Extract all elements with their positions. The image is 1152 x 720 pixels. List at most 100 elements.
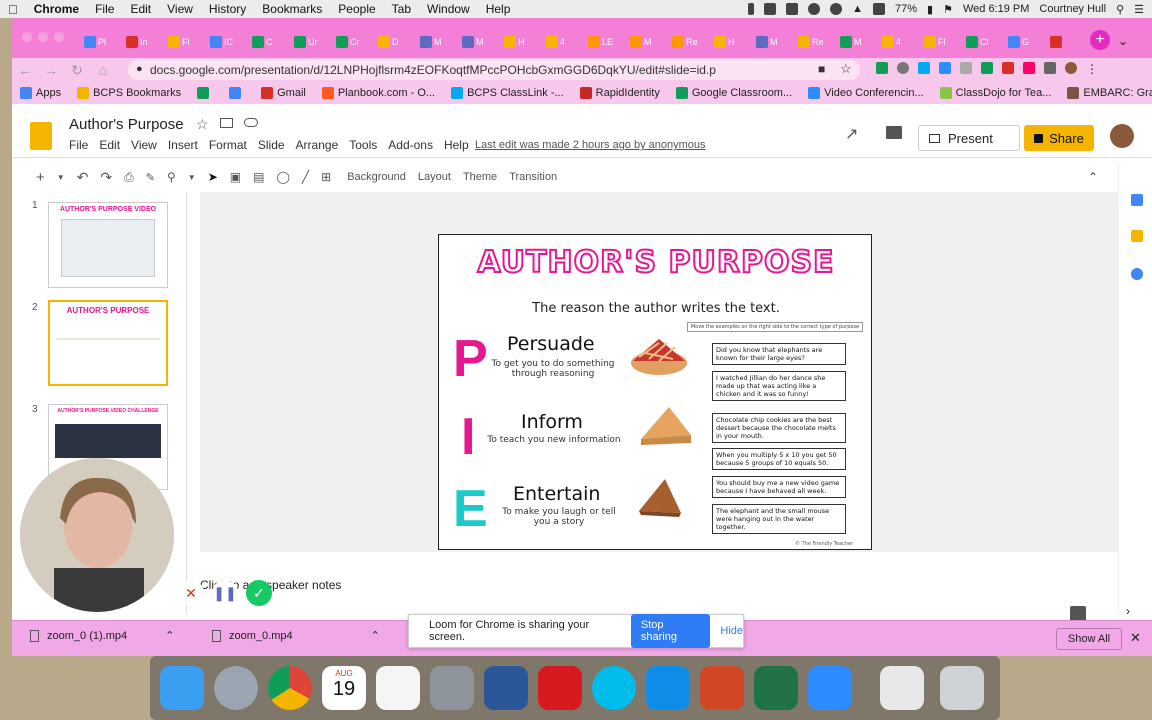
- powerpoint-icon[interactable]: [700, 666, 744, 710]
- example-card[interactable]: You should buy me a new video game becau…: [712, 476, 846, 498]
- bookmark-item[interactable]: Gmail: [253, 87, 314, 99]
- zoom-app-icon[interactable]: [808, 666, 852, 710]
- browser-tab[interactable]: Cr: [336, 32, 366, 52]
- undo-icon[interactable]: ↶: [71, 169, 95, 186]
- bookmark-item[interactable]: RapidIdentity: [572, 87, 668, 99]
- stop-sharing-button[interactable]: Stop sharing: [630, 614, 711, 648]
- window-minimize-icon[interactable]: [38, 32, 48, 42]
- apple-icon[interactable]: : [0, 2, 26, 17]
- user-name[interactable]: Courtney Hull: [1039, 3, 1106, 15]
- calendar-icon[interactable]: [1131, 194, 1143, 206]
- background-button[interactable]: Background: [337, 171, 412, 183]
- zoom-icon[interactable]: [808, 3, 821, 15]
- bookmark-item[interactable]: Apps: [12, 87, 69, 99]
- browser-tab[interactable]: LE: [588, 32, 618, 52]
- menu-tab[interactable]: Tab: [384, 2, 419, 16]
- example-card[interactable]: Chocolate chip cookies are the best dess…: [712, 413, 846, 443]
- home-icon[interactable]: ⌂: [90, 62, 116, 78]
- calendar-icon[interactable]: AUG 19: [322, 666, 366, 710]
- cloud-saved-icon[interactable]: [244, 118, 258, 127]
- browser-tab[interactable]: M: [420, 32, 450, 52]
- browser-tab[interactable]: M: [840, 32, 870, 52]
- theme-button[interactable]: Theme: [457, 171, 503, 183]
- trash-icon[interactable]: [940, 666, 984, 710]
- finder-icon[interactable]: [160, 666, 204, 710]
- window-close-icon[interactable]: [22, 32, 32, 42]
- back-icon[interactable]: ←: [12, 62, 38, 78]
- last-edit-link[interactable]: Last edit was made 2 hours ago by anonym…: [475, 139, 706, 151]
- download-item[interactable]: zoom_0.mp4 ⌃: [212, 629, 380, 642]
- slides-menu-item[interactable]: Format: [209, 138, 247, 152]
- comments-icon[interactable]: [886, 126, 902, 139]
- browser-tab[interactable]: Re: [798, 32, 828, 52]
- clock-text[interactable]: Wed 6:19 PM: [963, 3, 1029, 15]
- browser-tab[interactable]: M: [630, 32, 660, 52]
- zoom-dropdown-icon[interactable]: ▼: [182, 173, 202, 182]
- browser-tab[interactable]: M: [756, 32, 786, 52]
- chevron-up-icon[interactable]: ⌃: [371, 629, 380, 642]
- move-folder-icon[interactable]: [220, 118, 233, 128]
- browser-tab[interactable]: Ur: [294, 32, 324, 52]
- bookmark-item[interactable]: Planbook.com - O...: [314, 87, 443, 99]
- extension-icon[interactable]: [918, 62, 930, 74]
- line-icon[interactable]: ╱: [296, 170, 315, 184]
- text-box-icon[interactable]: ▣: [224, 170, 247, 184]
- tab-search-icon[interactable]: ⌄: [1118, 34, 1128, 48]
- chrome-menu-icon[interactable]: ⋮: [1086, 62, 1098, 76]
- extension-icon[interactable]: [981, 62, 993, 74]
- slides-menu-item[interactable]: Add-ons: [388, 138, 433, 152]
- slides-menu-item[interactable]: Help: [444, 138, 469, 152]
- star-icon[interactable]: ☆: [196, 116, 209, 133]
- bookmark-item[interactable]: [221, 87, 253, 99]
- excel-icon[interactable]: [754, 666, 798, 710]
- acrobat-icon[interactable]: [538, 666, 582, 710]
- hide-button[interactable]: Hide: [720, 625, 743, 637]
- layout-button[interactable]: Layout: [412, 171, 457, 183]
- extension-icon[interactable]: [960, 62, 972, 74]
- cancel-icon[interactable]: ✕: [178, 580, 204, 606]
- extension-icon[interactable]: [876, 62, 888, 74]
- browser-tab[interactable]: H: [714, 32, 744, 52]
- search-icon[interactable]: ⚲: [1116, 3, 1124, 16]
- menu-history[interactable]: History: [201, 2, 254, 16]
- menu-bookmarks[interactable]: Bookmarks: [254, 2, 330, 16]
- webcam-bubble[interactable]: [20, 458, 174, 612]
- bookmark-item[interactable]: BCPS ClassLink -...: [443, 87, 572, 99]
- bookmark-item[interactable]: BCPS Bookmarks: [69, 87, 189, 99]
- browser-tab[interactable]: 4: [546, 32, 576, 52]
- bookmark-item[interactable]: Video Conferencin...: [800, 87, 931, 99]
- browser-tab[interactable]: M: [462, 32, 492, 52]
- extension-icon[interactable]: [1002, 62, 1014, 74]
- shape-icon[interactable]: ◯: [270, 170, 295, 184]
- chrome-icon[interactable]: [268, 666, 312, 710]
- browser-tab[interactable]: H: [504, 32, 534, 52]
- menu-edit[interactable]: Edit: [122, 2, 159, 16]
- browser-tab[interactable]: Re: [672, 32, 702, 52]
- extensions-puzzle-icon[interactable]: [1044, 62, 1056, 74]
- browser-tab[interactable]: In: [126, 32, 156, 52]
- menu-people[interactable]: People: [330, 2, 383, 16]
- reload-icon[interactable]: ↻: [64, 62, 90, 79]
- battery-icon[interactable]: ▮: [927, 3, 933, 16]
- menu-list-icon[interactable]: ☰: [1134, 3, 1144, 16]
- pause-icon[interactable]: ❚❚: [212, 580, 238, 606]
- menu-file[interactable]: File: [87, 2, 122, 16]
- clock-icon[interactable]: [830, 3, 843, 15]
- slides-menu-item[interactable]: Slide: [258, 138, 285, 152]
- word-icon[interactable]: [484, 666, 528, 710]
- address-bar[interactable]: ● docs.google.com/presentation/d/12LNPHo…: [128, 60, 860, 80]
- transition-button[interactable]: Transition: [503, 171, 563, 183]
- slides-menu-item[interactable]: File: [69, 138, 88, 152]
- browser-tab[interactable]: Pl: [84, 32, 114, 52]
- slide-thumbnail-2[interactable]: AUTHOR'S PURPOSE: [48, 300, 168, 386]
- slides-menu-item[interactable]: Insert: [168, 138, 198, 152]
- image-icon[interactable]: ▤: [247, 170, 270, 184]
- share-button[interactable]: Share: [1024, 125, 1094, 151]
- recent-window-icon[interactable]: [880, 666, 924, 710]
- profile-avatar[interactable]: [1065, 62, 1077, 74]
- print-icon[interactable]: ⎙: [118, 170, 140, 185]
- paint-format-icon[interactable]: ✎: [140, 171, 161, 184]
- zoom-icon[interactable]: ⚲: [161, 170, 182, 184]
- chevron-up-icon[interactable]: ⌃: [165, 629, 174, 642]
- bookmark-star-icon[interactable]: ☆: [840, 61, 852, 77]
